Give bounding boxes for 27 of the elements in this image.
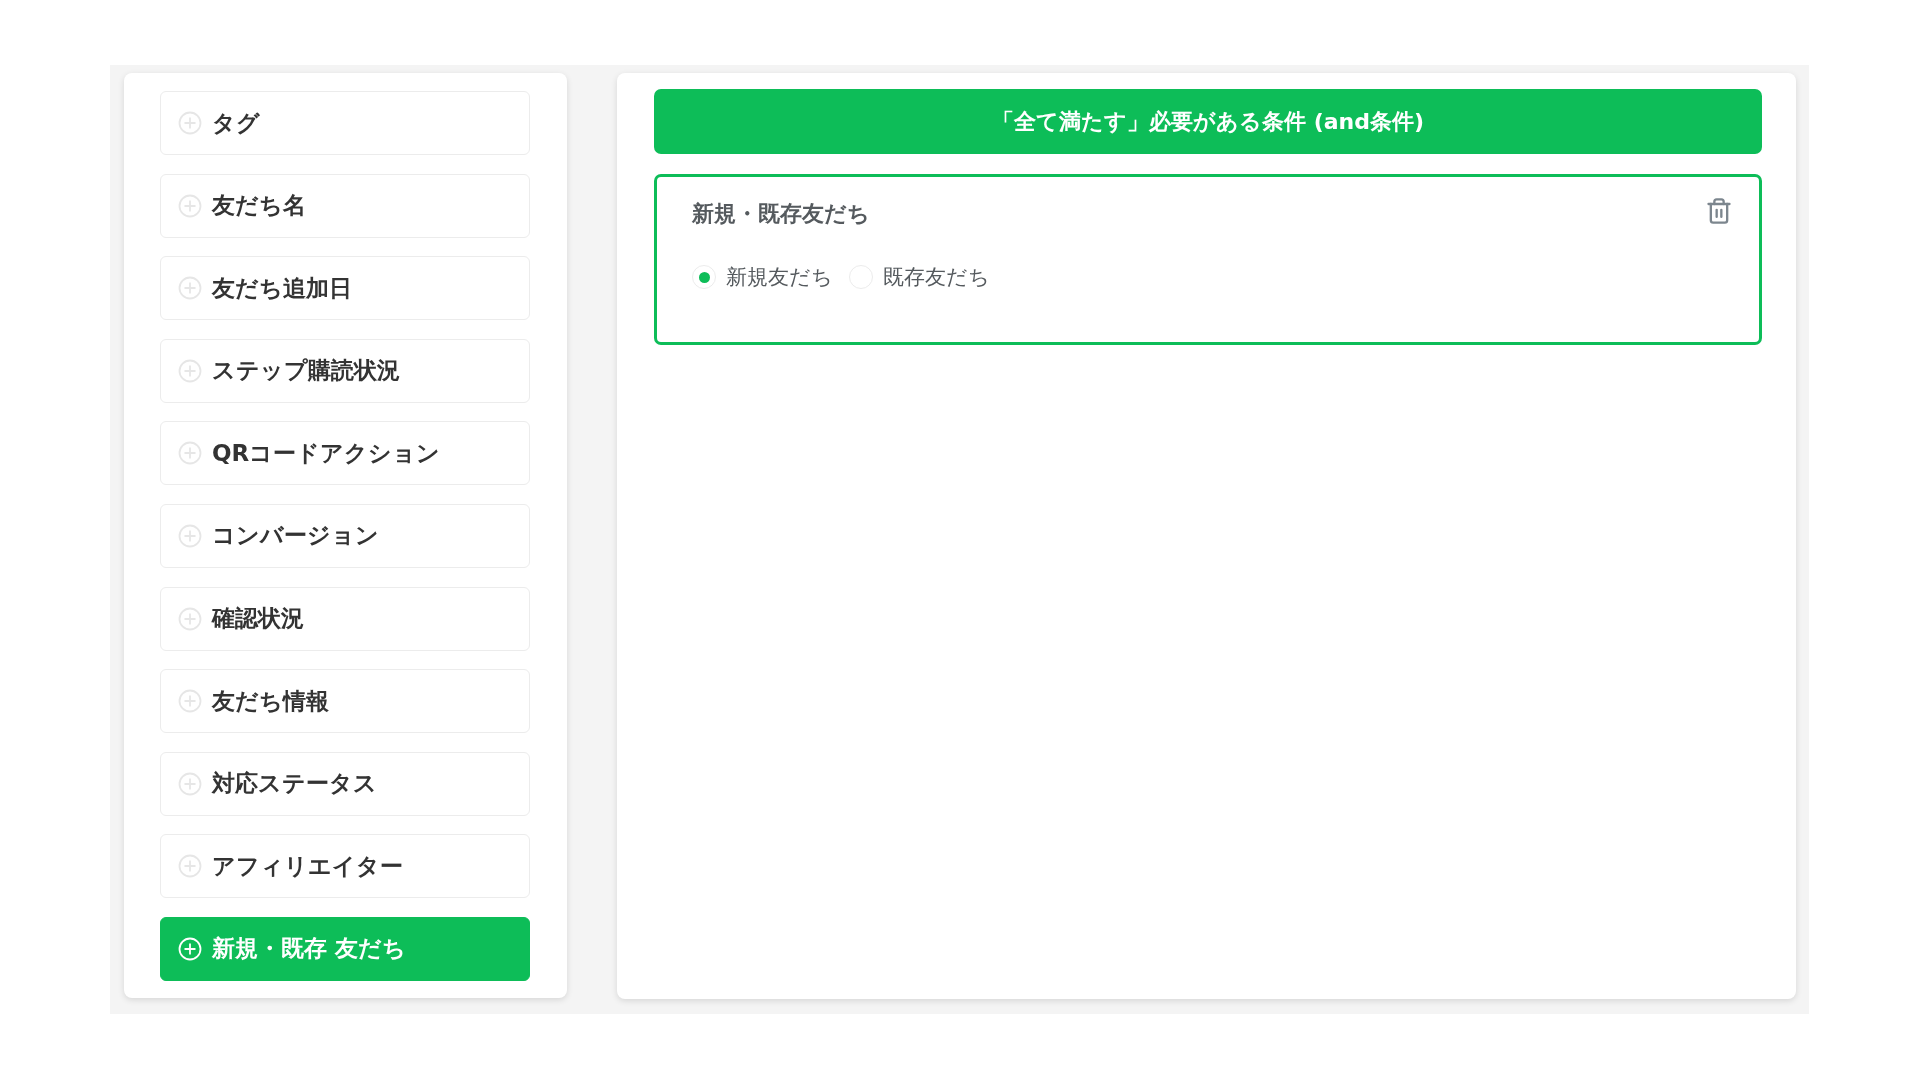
radio-button[interactable] [692,265,716,289]
condition-item[interactable]: タグ [160,91,530,155]
condition-item[interactable]: アフィリエイター [160,834,530,899]
plus-circle-icon [178,193,202,218]
plus-circle-icon [178,689,202,714]
and-conditions-header: 「全て満たす」必要がある条件 (and条件) [654,89,1762,154]
condition-item[interactable]: 友だち名 [160,173,530,238]
plus-circle-icon [178,358,202,383]
delete-icon[interactable] [1705,197,1733,225]
plus-circle-icon [178,771,202,796]
condition-item[interactable]: コンバージョン [160,503,530,568]
condition-item[interactable]: 友だち追加日 [160,256,530,321]
plus-circle-icon [178,111,202,135]
condition-item[interactable]: 確認状況 [160,586,530,651]
condition-item[interactable]: ステップ購読状況 [160,338,530,403]
plus-circle-icon [178,936,202,961]
condition-title: 新規・既存友だち [692,200,870,228]
condition-item[interactable]: 対応ステータス [160,751,530,816]
radio-label: 新規友だち [726,264,833,291]
condition-item[interactable]: 友だち情報 [160,669,530,734]
plus-circle-icon [178,523,202,548]
plus-circle-icon [178,441,202,466]
radio-label: 既存友だち [883,264,990,291]
condition-item[interactable]: QRコードアクション [160,421,530,486]
plus-circle-icon [178,606,202,631]
plus-circle-icon [178,854,202,879]
plus-circle-icon [178,276,202,301]
